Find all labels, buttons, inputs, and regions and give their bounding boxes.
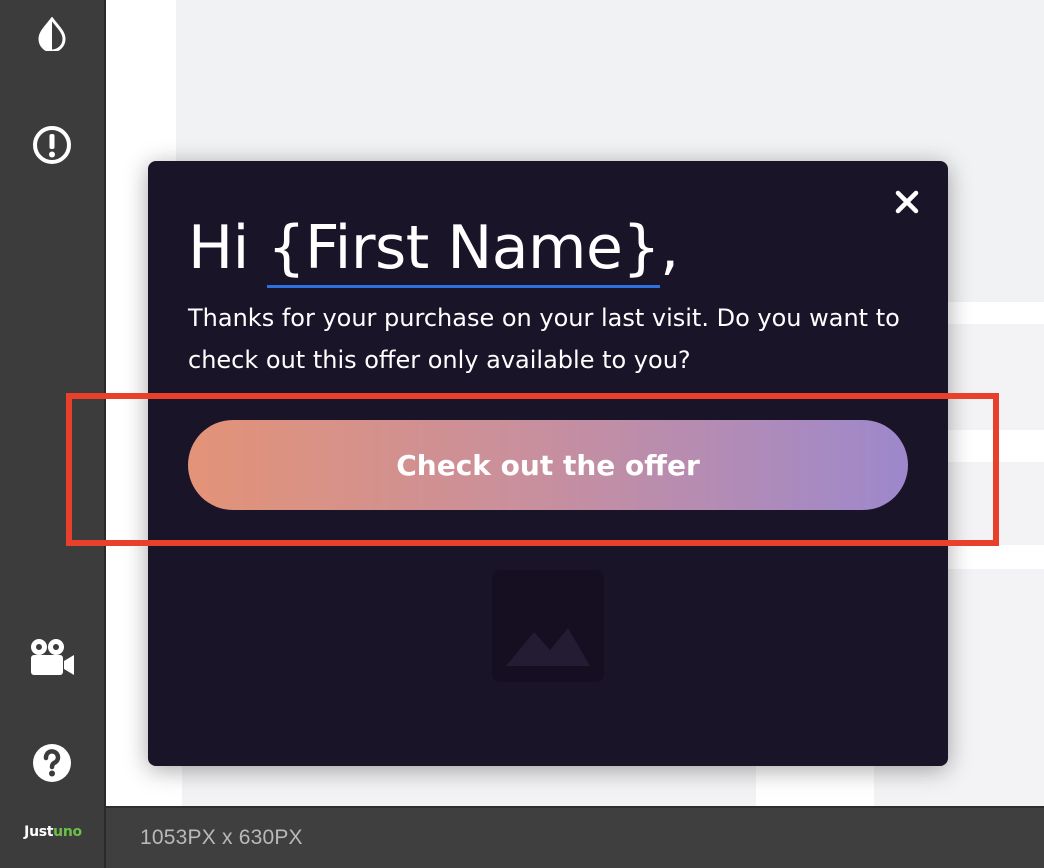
close-icon[interactable] xyxy=(892,187,922,217)
justuno-logo: Justuno xyxy=(24,824,82,840)
first-name-merge-tag[interactable]: {First Name} xyxy=(267,213,661,288)
check-offer-button[interactable]: Check out the offer xyxy=(188,420,908,510)
popup-body-text[interactable]: Thanks for your purchase on your last vi… xyxy=(188,297,908,381)
popup-headline[interactable]: Hi {First Name}, xyxy=(188,209,679,288)
popup-modal[interactable]: Hi {First Name}, Thanks for your purchas… xyxy=(148,161,948,766)
canvas-dimensions-label: 1053PX x 630PX xyxy=(140,826,303,849)
left-sidebar: Justuno xyxy=(0,0,106,868)
bottom-status-bar: 1053PX x 630PX xyxy=(106,806,1044,868)
image-placeholder-icon[interactable] xyxy=(492,570,604,682)
video-camera-icon[interactable] xyxy=(24,630,80,686)
contrast-icon[interactable] xyxy=(24,6,80,62)
alert-icon[interactable] xyxy=(24,117,80,173)
headline-greeting: Hi xyxy=(188,213,268,283)
background-stripe xyxy=(756,766,874,806)
help-icon[interactable] xyxy=(24,735,80,791)
headline-comma: , xyxy=(660,213,679,283)
